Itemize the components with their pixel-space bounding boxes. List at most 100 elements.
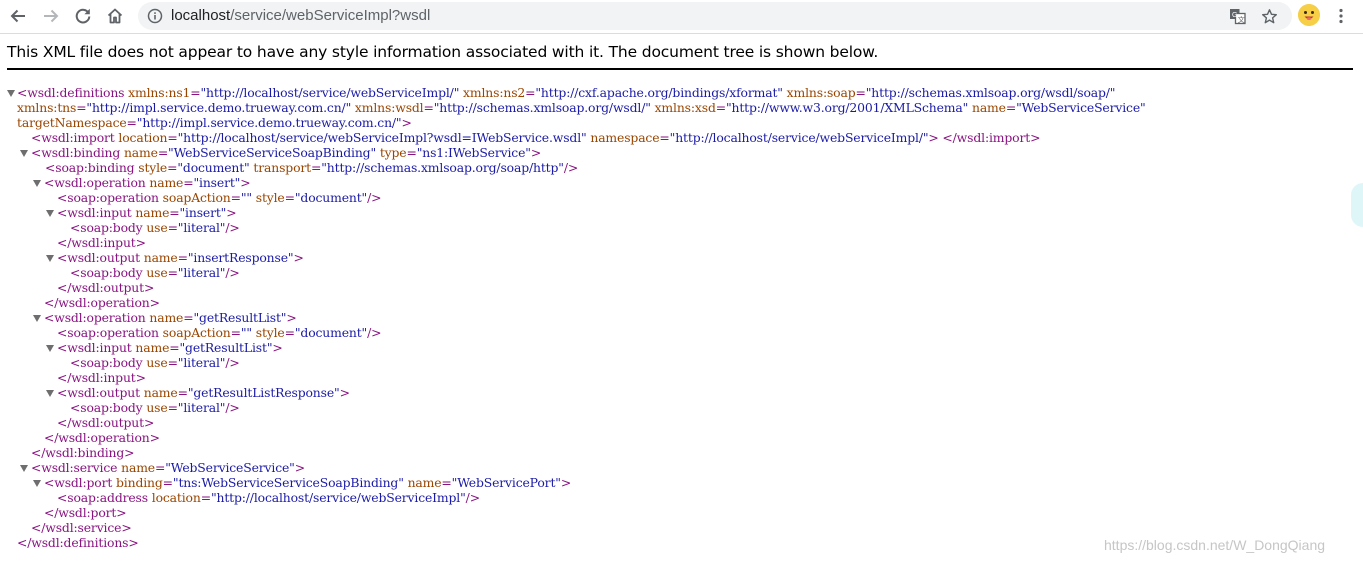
xml-line: <soap:body use="literal"/> bbox=[0, 265, 1363, 280]
xml-line: </wsdl:operation> bbox=[0, 430, 1363, 445]
attr-name: use bbox=[146, 265, 168, 280]
attr-value: "getResultList" bbox=[179, 340, 273, 355]
tag-close: > bbox=[272, 340, 283, 355]
reload-button[interactable] bbox=[69, 3, 97, 29]
xml-line-content: <wsdl:definitions xmlns:ns1="http://loca… bbox=[17, 85, 1116, 100]
xml-line-content: targetNamespace="http://impl.service.dem… bbox=[17, 115, 412, 130]
back-button[interactable] bbox=[4, 3, 32, 29]
tag-open: <soap:address bbox=[57, 490, 148, 505]
avatar[interactable] bbox=[1298, 4, 1320, 26]
attr-name: xmlns:ns2 bbox=[463, 85, 526, 100]
bookmark-star-button[interactable] bbox=[1259, 6, 1279, 26]
attr-name: name bbox=[135, 340, 170, 355]
xml-line-content: <wsdl:output name="getResultListResponse… bbox=[57, 385, 350, 400]
xml-line: <soap:operation soapAction="" style="doc… bbox=[0, 190, 1363, 205]
collapse-toggle-icon[interactable] bbox=[33, 480, 41, 487]
xml-line-content: </wsdl:definitions> bbox=[17, 535, 139, 550]
translate-icon: G文 bbox=[1229, 8, 1246, 24]
xml-line: xmlns:tns="http://impl.service.demo.true… bbox=[0, 100, 1363, 115]
xml-line-content: <soap:binding style="document" transport… bbox=[45, 160, 579, 175]
tag-close: > bbox=[240, 175, 251, 190]
tag-open: <wsdl:port bbox=[44, 475, 113, 490]
attr-value: "insertResponse" bbox=[187, 250, 294, 265]
collapse-toggle-icon[interactable] bbox=[33, 180, 41, 187]
collapse-toggle-icon[interactable] bbox=[7, 90, 15, 97]
collapse-toggle-icon[interactable] bbox=[20, 465, 28, 472]
url-text[interactable]: localhost/service/webServiceImpl?wsdl bbox=[171, 7, 430, 24]
tag-open: <wsdl:output bbox=[57, 250, 140, 265]
attr-name: use bbox=[146, 220, 168, 235]
xml-line: </wsdl:output> bbox=[0, 280, 1363, 295]
attr-name: name bbox=[135, 205, 170, 220]
attr-name: style bbox=[138, 160, 168, 175]
avatar-face-icon bbox=[1298, 4, 1320, 26]
tag-close: /> bbox=[225, 220, 240, 235]
attr-value: "http://impl.service.demo.trueway.com.cn… bbox=[136, 115, 402, 130]
attr-name: name bbox=[143, 250, 178, 265]
collapse-toggle-icon[interactable] bbox=[20, 150, 28, 157]
attr-value: "http://schemas.xmlsoap.org/wsdl/" bbox=[433, 100, 651, 115]
tag-open: <wsdl:operation bbox=[44, 310, 146, 325]
attr-name: location bbox=[118, 130, 168, 145]
address-bar[interactable]: localhost/service/webServiceImpl?wsdl G文 bbox=[138, 2, 1292, 30]
xml-line: <soap:body use="literal"/> bbox=[0, 355, 1363, 370]
tag-close: /> bbox=[465, 490, 480, 505]
attr-name: xmlns:ns1 bbox=[128, 85, 191, 100]
tag-open: <wsdl:input bbox=[57, 340, 132, 355]
xml-line: </wsdl:operation> bbox=[0, 295, 1363, 310]
home-icon bbox=[107, 8, 123, 24]
forward-button[interactable] bbox=[37, 3, 65, 29]
attr-name: soapAction bbox=[162, 325, 231, 340]
xml-line-content: <wsdl:import location="http://localhost/… bbox=[31, 130, 1041, 145]
xml-line-content: </wsdl:port> bbox=[44, 505, 127, 520]
xml-line: </wsdl:port> bbox=[0, 505, 1363, 520]
info-icon[interactable] bbox=[147, 8, 163, 24]
xml-line-content: <soap:address location="http://localhost… bbox=[57, 490, 480, 505]
attr-name: targetNamespace bbox=[17, 115, 127, 130]
tag-close: > bbox=[286, 310, 297, 325]
xml-line-content: <wsdl:service name="WebServiceService"> bbox=[31, 460, 305, 475]
attr-name: transport bbox=[253, 160, 311, 175]
xml-line: <soap:body use="literal"/> bbox=[0, 400, 1363, 415]
attr-name: name bbox=[143, 385, 178, 400]
translate-button[interactable]: G文 bbox=[1227, 6, 1247, 26]
tag-open: <soap:operation bbox=[57, 325, 159, 340]
xml-line: <wsdl:input name="insert"> bbox=[0, 205, 1363, 220]
attr-value: "tns:WebServiceServiceSoapBinding" bbox=[172, 475, 404, 490]
attr-value: "insert" bbox=[193, 175, 241, 190]
xml-line: <wsdl:output name="insertResponse"> bbox=[0, 250, 1363, 265]
attr-value: "WebServiceService" bbox=[165, 460, 295, 475]
attr-value: "http://localhost/service/webServiceImpl… bbox=[210, 490, 466, 505]
collapse-toggle-icon[interactable] bbox=[46, 390, 54, 397]
collapse-toggle-icon[interactable] bbox=[46, 210, 54, 217]
tag-close: </wsdl:definitions> bbox=[17, 535, 139, 550]
xml-line-content: </wsdl:output> bbox=[57, 415, 154, 430]
attr-value: "" bbox=[240, 325, 252, 340]
attr-value: "getResultListResponse" bbox=[187, 385, 340, 400]
collapse-toggle-icon[interactable] bbox=[46, 255, 54, 262]
forward-icon bbox=[44, 9, 59, 23]
xml-line-content: <soap:operation soapAction="" style="doc… bbox=[57, 190, 382, 205]
home-button[interactable] bbox=[101, 3, 129, 29]
tag-close: /> bbox=[225, 355, 240, 370]
collapse-toggle-icon[interactable] bbox=[46, 345, 54, 352]
xml-line: <wsdl:port binding="tns:WebServiceServic… bbox=[0, 475, 1363, 490]
tag-close: > </wsdl:import> bbox=[928, 130, 1041, 145]
attr-name: name bbox=[149, 175, 184, 190]
attr-value: "WebServiceServiceSoapBinding" bbox=[168, 145, 377, 160]
attr-value: "" bbox=[240, 190, 252, 205]
xml-line: <soap:operation soapAction="" style="doc… bbox=[0, 325, 1363, 340]
tag-close: > bbox=[226, 205, 237, 220]
attr-name: soapAction bbox=[162, 190, 231, 205]
more-menu-button[interactable] bbox=[1330, 5, 1352, 27]
url-host: localhost bbox=[171, 7, 231, 24]
tag-close: > bbox=[401, 115, 412, 130]
collapse-toggle-icon[interactable] bbox=[33, 315, 41, 322]
attr-value: "document" bbox=[294, 190, 368, 205]
side-floating-widget[interactable] bbox=[1351, 183, 1363, 227]
tag-open: <wsdl:output bbox=[57, 385, 140, 400]
xml-line-content: <wsdl:operation name="insert"> bbox=[44, 175, 251, 190]
attr-value: "http://schemas.xmlsoap.org/wsdl/soap/" bbox=[865, 85, 1116, 100]
attr-value: "http://localhost/service/webServiceImpl… bbox=[669, 130, 929, 145]
attr-name: xmlns:wsdl bbox=[354, 100, 424, 115]
